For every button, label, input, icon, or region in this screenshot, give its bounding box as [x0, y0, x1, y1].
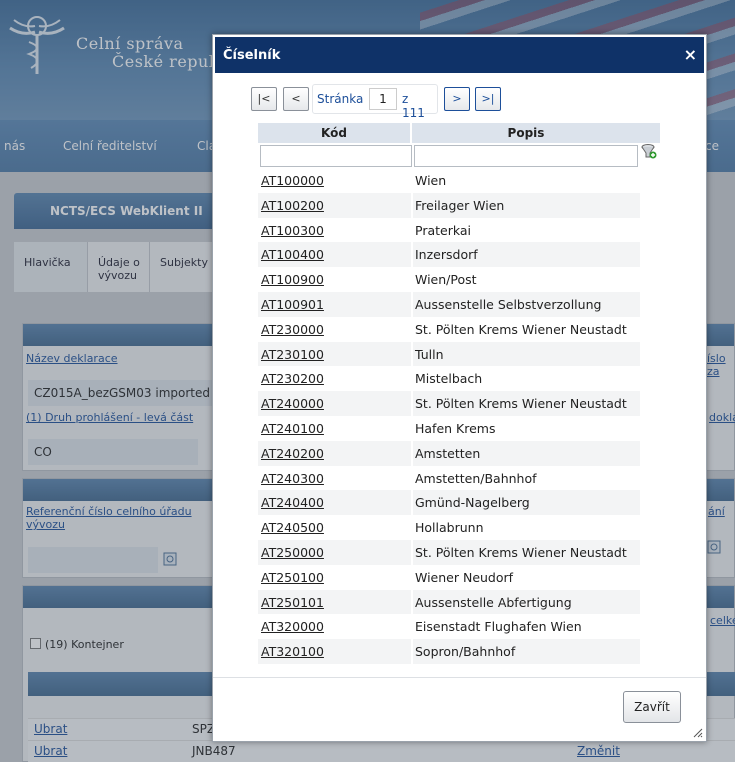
cell-separator — [411, 341, 413, 367]
cell-separator — [411, 292, 413, 317]
table-row[interactable]: AT230100 Tulln — [258, 341, 640, 367]
filter-icon[interactable] — [641, 143, 657, 159]
description-cell: Hafen Krems — [415, 421, 496, 436]
cell-separator — [411, 639, 413, 664]
cell-separator — [411, 391, 413, 416]
code-link[interactable]: AT240300 — [261, 471, 324, 486]
description-cell: Gmünd-Nagelberg — [415, 495, 530, 511]
table-row[interactable]: AT100000 Wien — [258, 168, 640, 193]
table-row[interactable]: AT240100 Hafen Krems — [258, 416, 640, 441]
description-cell: Wien — [415, 173, 447, 188]
description-cell: St. Pölten Krems Wiener Neustadt — [415, 321, 627, 337]
description-cell: Tulln — [415, 346, 444, 362]
desc-filter-input[interactable] — [414, 145, 638, 167]
code-link[interactable]: AT240400 — [261, 495, 324, 510]
page-input[interactable]: 1 — [369, 88, 397, 110]
cell-separator — [411, 192, 413, 218]
description-cell: Aussenstelle Abfertigung — [415, 594, 572, 610]
code-link[interactable]: AT230100 — [261, 347, 324, 362]
description-cell: Amstetten/Bahnhof — [415, 470, 537, 486]
table-row[interactable]: AT100900 Wien/Post — [258, 267, 640, 292]
table-row[interactable]: AT250100 Wiener Neudorf — [258, 564, 640, 590]
code-link[interactable]: AT240000 — [261, 396, 324, 411]
cell-separator — [411, 440, 413, 466]
description-cell: Freilager Wien — [415, 197, 505, 213]
description-cell: Praterkai — [415, 222, 471, 238]
page-total: z 111 — [402, 92, 425, 120]
code-link[interactable]: AT240200 — [261, 446, 324, 461]
cell-separator — [411, 465, 413, 491]
column-header-desc[interactable]: Popis — [412, 123, 640, 143]
code-link[interactable]: AT230000 — [261, 322, 324, 337]
cell-separator — [411, 515, 413, 540]
table-row[interactable]: AT230200 Mistelbach — [258, 366, 640, 392]
table-row[interactable]: AT250000 St. Pölten Krems Wiener Neustadt — [258, 540, 640, 565]
table-row[interactable]: AT240000 St. Pölten Krems Wiener Neustadt — [258, 391, 640, 416]
dialog-title: Číselník — [223, 48, 281, 63]
description-cell: Mistelbach — [415, 371, 483, 387]
description-cell: Eisenstadt Flughafen Wien — [415, 619, 582, 635]
code-link[interactable]: AT100900 — [261, 272, 324, 287]
description-cell: St. Pölten Krems Wiener Neustadt — [415, 545, 627, 560]
code-link[interactable]: AT240100 — [261, 421, 324, 436]
close-button[interactable]: Zavřít — [623, 691, 681, 723]
prev-page-button[interactable]: < — [283, 87, 309, 111]
table-row[interactable]: AT100400 Inzersdorf — [258, 242, 640, 268]
cell-separator — [411, 614, 413, 640]
table-row[interactable]: AT240500 Hollabrunn — [258, 515, 640, 540]
cell-separator — [411, 416, 413, 441]
codelist-dialog: Číselník × |< < Stránka 1 z 111 > >| Kód… — [212, 34, 707, 742]
code-link[interactable]: AT100901 — [261, 297, 324, 312]
description-cell: Amstetten — [415, 445, 481, 461]
code-link[interactable]: AT100300 — [261, 223, 324, 238]
cell-separator — [411, 316, 413, 342]
description-cell: Sopron/Bahnhof — [415, 644, 516, 660]
last-page-button[interactable]: >| — [475, 87, 501, 111]
code-filter-input[interactable] — [260, 145, 412, 167]
table-row[interactable]: AT320100 Sopron/Bahnhof — [258, 639, 640, 664]
first-page-button[interactable]: |< — [251, 87, 277, 111]
code-link[interactable]: AT230200 — [261, 371, 324, 386]
cell-separator — [411, 490, 413, 516]
cell-separator — [411, 564, 413, 590]
code-link[interactable]: AT100000 — [261, 173, 324, 188]
code-link[interactable]: AT100400 — [261, 247, 324, 262]
resize-grip-icon[interactable] — [691, 726, 703, 738]
cell-separator — [411, 366, 413, 392]
table-row[interactable]: AT250101 Aussenstelle Abfertigung — [258, 589, 640, 615]
table-row[interactable]: AT240300 Amstetten/Bahnhof — [258, 465, 640, 491]
table-row[interactable]: AT100300 Praterkai — [258, 217, 640, 243]
close-icon[interactable]: × — [684, 45, 697, 64]
dialog-footer-divider — [213, 677, 706, 678]
code-link[interactable]: AT320000 — [261, 619, 324, 634]
description-cell: Hollabrunn — [415, 520, 484, 536]
table-row[interactable]: AT240200 Amstetten — [258, 440, 640, 466]
table-row[interactable]: AT230000 St. Pölten Krems Wiener Neustadt — [258, 316, 640, 342]
description-cell: Wien/Post — [415, 272, 477, 288]
code-link[interactable]: AT240500 — [261, 520, 324, 535]
description-cell: St. Pölten Krems Wiener Neustadt — [415, 396, 627, 412]
cell-separator — [411, 168, 413, 193]
page-label: Stránka — [317, 92, 364, 106]
table-row[interactable]: AT100901 Aussenstelle Selbstverzollung — [258, 292, 640, 317]
code-link[interactable]: AT250000 — [261, 545, 324, 560]
cell-separator — [411, 267, 413, 292]
cell-separator — [411, 217, 413, 243]
code-link[interactable]: AT100200 — [261, 198, 324, 213]
table-row[interactable]: AT320000 Eisenstadt Flughafen Wien — [258, 614, 640, 640]
code-link[interactable]: AT250100 — [261, 570, 324, 585]
table-row[interactable]: AT100200 Freilager Wien — [258, 192, 640, 218]
dialog-titlebar: Číselník × — [215, 37, 704, 73]
column-header-code[interactable]: Kód — [258, 123, 410, 143]
table-row[interactable]: AT240400 Gmünd-Nagelberg — [258, 490, 640, 516]
code-link[interactable]: AT320100 — [261, 644, 324, 659]
description-cell: Aussenstelle Selbstverzollung — [415, 297, 602, 312]
next-page-button[interactable]: > — [444, 87, 470, 111]
code-link[interactable]: AT250101 — [261, 595, 324, 610]
description-cell: Inzersdorf — [415, 247, 478, 263]
cell-separator — [411, 540, 413, 565]
cell-separator — [411, 589, 413, 615]
description-cell: Wiener Neudorf — [415, 569, 514, 585]
cell-separator — [411, 242, 413, 268]
